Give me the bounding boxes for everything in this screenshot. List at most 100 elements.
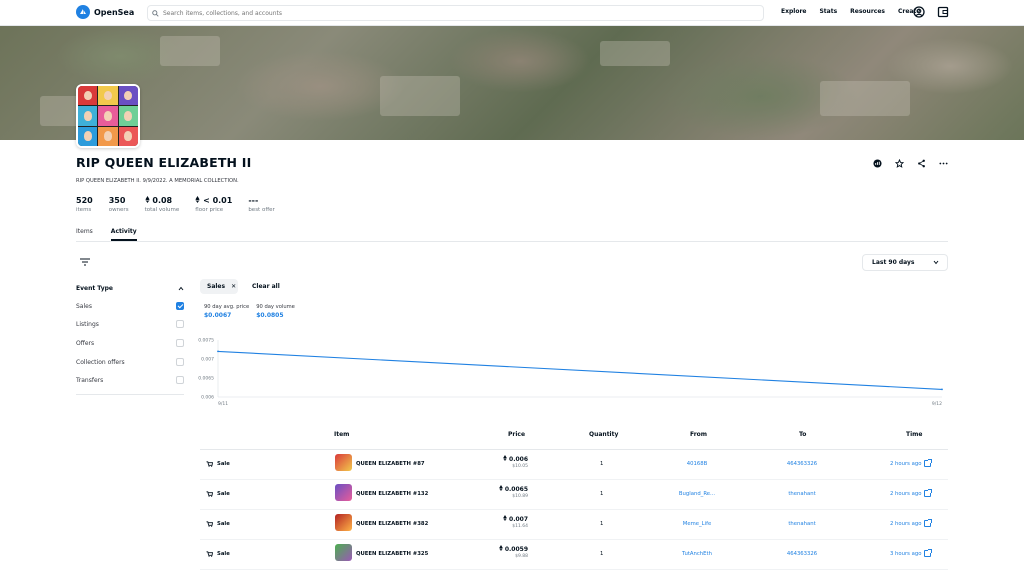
to-account-link[interactable]: thenahant [777,521,827,527]
item-thumbnail[interactable] [335,454,352,471]
to-account-link[interactable]: thenahant [777,491,827,497]
stat-best-offer: --- best offer [248,196,274,213]
item-name[interactable]: QUEEN ELIZABETH #87 [356,461,425,467]
search-input[interactable] [163,9,723,17]
wallet-icon[interactable] [937,6,949,18]
table-row[interactable]: Sale QUEEN ELIZABETH #325 0.0059 $9.88 1 Tut… [200,540,948,570]
col-price: Price [508,431,526,438]
external-link-icon [924,459,933,467]
filter-toggle-icon[interactable] [79,258,91,266]
price-history-chart: 0.0075 0.007 0.0065 0.006 9/11 9/12 [198,338,943,407]
from-account-link[interactable]: TutAnchEth [672,551,722,557]
checkbox-transfers[interactable] [176,376,184,384]
search-bar[interactable] [147,5,764,21]
filter-label: Transfers [76,376,104,384]
filter-collection-offers[interactable]: Collection offers [76,358,184,366]
collection-tabs: Items Activity [76,228,948,242]
cart-icon [206,491,213,497]
table-row[interactable]: Sale QUEEN ELIZABETH #382 0.007 $11.64 1 Mem… [200,510,948,540]
table-row[interactable]: Sale QUEEN ELIZABETH #132 0.0065 $10.89 1 Bu… [200,480,948,510]
filter-transfers[interactable]: Transfers [76,376,184,384]
collection-banner [0,26,1024,140]
clear-all-button[interactable]: Clear all [252,283,280,290]
metric-label: 90 day avg. price [204,304,250,310]
external-link-icon [924,549,933,557]
x-tick-label: 9/12 [932,401,942,407]
brand-name: OpenSea [94,7,135,17]
filter-sales[interactable]: Sales [76,302,184,310]
event-type: Sale [206,461,230,467]
col-from: From [690,431,708,438]
active-filter-chip[interactable]: Sales ✕ [200,279,238,294]
event-label: Sale [217,521,230,527]
account-icon[interactable] [913,6,925,18]
collection-avatar [76,84,140,148]
event-label: Sale [217,491,230,497]
time-link[interactable]: 2 hours ago [890,489,933,497]
from-account-link[interactable]: Meme_Life [672,521,722,527]
tab-activity[interactable]: Activity [110,228,137,241]
external-link-icon [924,519,933,527]
col-quantity: Quantity [589,431,619,438]
y-tick-label: 0.0065 [198,376,214,382]
checkbox-sales[interactable] [176,302,184,310]
collection-description: RIP QUEEN ELIZABETH II. 9/9/2022. A MEMO… [76,178,239,184]
stat-label: items [76,207,92,213]
price-eth: 0.0065 [492,485,528,493]
tab-items[interactable]: Items [76,228,93,241]
stat-value: 0.08 [144,196,180,205]
stat-value: < 0.01 [195,196,232,205]
event-type-header[interactable]: Event Type [76,282,184,294]
share-icon[interactable] [916,158,926,168]
checkbox-collection-offers[interactable] [176,358,184,366]
price-usd: $10.89 [512,494,528,499]
stat-label: best offer [248,207,275,213]
price: 0.006 $10.05 [492,455,528,469]
price-usd: $11.64 [512,524,528,529]
opensea-logo[interactable]: OpenSea [76,5,134,19]
item-thumbnail[interactable] [335,544,352,561]
activity-table: Item Price Quantity From To Time Sale QUE… [200,428,948,570]
time-link[interactable]: 2 hours ago [890,519,933,527]
filter-offers[interactable]: Offers [76,339,184,347]
checkbox-listings[interactable] [176,320,184,328]
item-thumbnail[interactable] [335,484,352,501]
event-type: Sale [206,551,230,557]
from-account-link[interactable]: Bugland_Re... [672,491,722,497]
etherscan-icon[interactable] [872,158,882,168]
nav-stats[interactable]: Stats [819,8,837,15]
time-link[interactable]: 3 hours ago [890,549,933,557]
collection-title: RIP QUEEN ELIZABETH II [76,155,252,170]
stat-owners[interactable]: 350 owners [109,196,129,213]
eth-icon [498,485,503,491]
eth-icon [503,515,507,521]
date-range-value: Last 90 days [872,259,915,266]
nav-icons [913,6,949,18]
time-link[interactable]: 2 hours ago [890,459,933,467]
favorite-star-icon[interactable] [894,158,904,168]
date-range-select[interactable]: Last 90 days [862,254,948,271]
from-account-link[interactable]: 40168B [672,461,722,467]
opensea-logo-icon [76,5,90,19]
checkbox-offers[interactable] [176,339,184,347]
to-account-link[interactable]: 464363326 [777,551,827,557]
collection-stats: 520 items 350 owners 0.08 total volume <… [76,196,291,213]
metric-value: $0.0067 [204,312,232,319]
stat-items[interactable]: 520 items [76,196,93,213]
nav-resources[interactable]: Resources [850,8,885,15]
external-link-icon [924,489,933,497]
nav-explore[interactable]: Explore [781,8,806,15]
filter-label: Collection offers [76,358,125,366]
item-name[interactable]: QUEEN ELIZABETH #382 [356,521,428,527]
item-name[interactable]: QUEEN ELIZABETH #132 [356,491,428,497]
sales-metrics: 90 day avg. price $0.0067 90 day volume … [204,304,295,319]
more-options-icon[interactable] [938,158,948,168]
to-account-link[interactable]: 464363326 [777,461,827,467]
close-icon[interactable]: ✕ [231,283,236,290]
price: 0.0065 $10.89 [492,485,528,499]
stat-label: total volume [144,207,180,213]
item-name[interactable]: QUEEN ELIZABETH #325 [356,551,428,557]
item-thumbnail[interactable] [335,514,352,531]
table-row[interactable]: Sale QUEEN ELIZABETH #87 0.006 $10.05 1 4016… [200,450,948,480]
filter-listings[interactable]: Listings [76,320,184,328]
